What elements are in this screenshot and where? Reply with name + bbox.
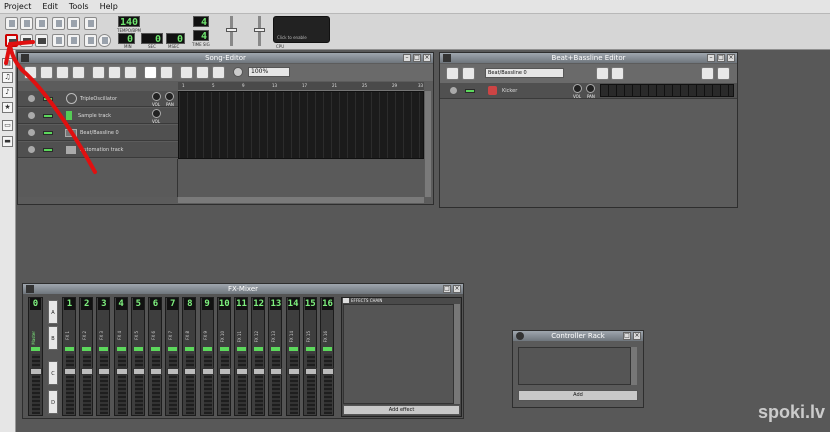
red-arrow-annotation — [4, 40, 97, 174]
watermark-logo: spoki.lv — [758, 402, 826, 422]
